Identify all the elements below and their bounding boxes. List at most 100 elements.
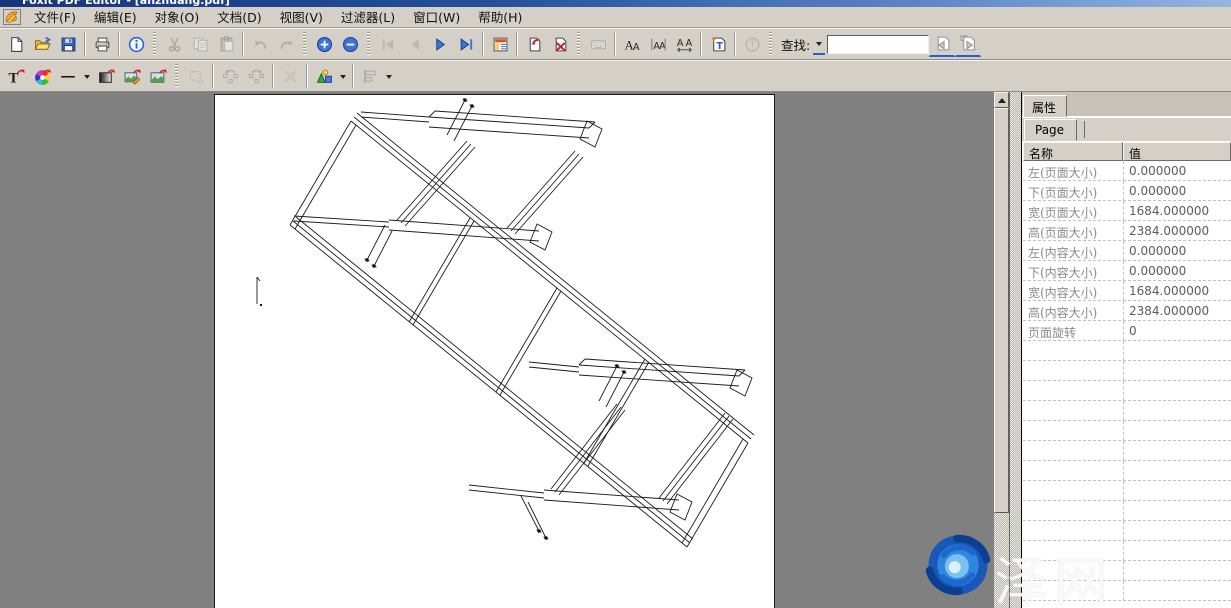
pdf-page[interactable] [214, 94, 775, 608]
scroll-up-button[interactable] [994, 92, 1009, 108]
menu-item-help[interactable]: 帮助(H) [469, 5, 531, 29]
open-document-button[interactable] [29, 31, 55, 57]
property-row[interactable]: 高(页面大小)2384.000000 [1023, 221, 1231, 241]
document-info-button[interactable] [123, 31, 149, 57]
undo-button[interactable] [247, 31, 273, 57]
property-name: 左(页面大小) [1023, 161, 1123, 180]
toolbar-grip[interactable] [175, 64, 179, 88]
toolbar-separator [242, 32, 244, 56]
find-input[interactable] [827, 35, 929, 54]
keyboard-icon [590, 36, 607, 53]
line-style-options-dropdown[interactable] [81, 65, 93, 87]
print-button[interactable] [89, 31, 115, 57]
property-row[interactable]: 下(内容大小)0.000000 [1023, 261, 1231, 281]
cut-button[interactable] [161, 31, 187, 57]
panel-splitter-track[interactable] [1009, 92, 1021, 608]
first-page-button[interactable] [375, 31, 401, 57]
new-document-button[interactable] [3, 31, 29, 57]
property-row[interactable]: 左(页面大小)0.000000 [1023, 161, 1231, 181]
vertical-scrollbar[interactable] [994, 92, 1009, 608]
property-row[interactable]: 下(页面大小)0.000000 [1023, 181, 1231, 201]
zoom-in-button[interactable] [311, 31, 337, 57]
property-row[interactable]: 宽(内容大小)1684.000000 [1023, 281, 1231, 301]
property-value: 2384.000000 [1123, 221, 1231, 240]
align-options-dropdown[interactable] [383, 65, 395, 87]
property-row[interactable]: 页面旋转0 [1023, 321, 1231, 341]
toolbar-separator [734, 32, 736, 56]
prev-page-button[interactable] [401, 31, 427, 57]
insert-shape-button[interactable] [311, 63, 337, 89]
delete-object-button[interactable] [277, 63, 303, 89]
edit-shading-button[interactable] [93, 63, 119, 89]
insert-text-button[interactable]: T [705, 31, 731, 57]
property-row-empty [1023, 561, 1231, 581]
menu-item-window[interactable]: 窗口(W) [404, 5, 469, 29]
column-header-name[interactable]: 名称 [1023, 142, 1123, 161]
page-thumb-icon [492, 36, 509, 53]
property-value [1123, 581, 1231, 600]
shapes-icon [316, 68, 333, 85]
property-row[interactable]: 左(内容大小)0.000000 [1023, 241, 1231, 261]
align-bars-icon [362, 68, 379, 85]
edit-text-object-button[interactable]: T [3, 63, 29, 89]
tab-properties[interactable]: 属性 [1023, 95, 1067, 117]
edit-image-button[interactable] [119, 63, 145, 89]
toolbar-grip[interactable] [577, 32, 581, 56]
font-replace-button[interactable]: AA [619, 31, 645, 57]
paste-button[interactable] [213, 31, 239, 57]
property-name [1023, 381, 1123, 400]
toolbar-grip[interactable] [303, 32, 307, 56]
insert-page-button[interactable] [521, 31, 547, 57]
menu-item-object[interactable]: 对象(O) [146, 5, 209, 29]
property-name: 高(内容大小) [1023, 301, 1123, 320]
property-row[interactable]: 宽(页面大小)1684.000000 [1023, 201, 1231, 221]
insert-shape-options-dropdown[interactable] [337, 65, 349, 87]
tab-page[interactable]: Page [1024, 119, 1077, 141]
find-previous-button[interactable] [929, 31, 955, 57]
property-name: 宽(页面大小) [1023, 201, 1123, 220]
rotate-left-button[interactable] [217, 63, 243, 89]
property-value [1123, 401, 1231, 420]
keyboard-input-button[interactable] [585, 31, 611, 57]
zoom-out-button[interactable] [337, 31, 363, 57]
find-options-dropdown[interactable] [813, 33, 825, 55]
text-attributes-button[interactable]: T [739, 31, 765, 57]
properties-table: 名称 值 左(页面大小)0.000000下(页面大小)0.000000宽(页面大… [1023, 142, 1231, 608]
last-page-button[interactable] [453, 31, 479, 57]
find-all-button[interactable] [955, 31, 981, 57]
toolbar-separator [118, 32, 120, 56]
menu-item-file[interactable]: 文件(F) [25, 5, 85, 29]
toolbar-grip[interactable] [769, 32, 773, 56]
toolbar-main: AAAAAATT查找: [0, 28, 1231, 60]
copy-button[interactable] [187, 31, 213, 57]
align-objects-button[interactable] [357, 63, 383, 89]
page-tab-strip: Page [1022, 118, 1231, 141]
clone-object-button[interactable] [183, 63, 209, 89]
property-name [1023, 401, 1123, 420]
edit-color-object-button[interactable] [29, 63, 55, 89]
line-style-button[interactable] [55, 63, 81, 89]
redo-button[interactable] [273, 31, 299, 57]
delete-page-button[interactable] [547, 31, 573, 57]
toolbar-separator [212, 64, 214, 88]
next-page-button[interactable] [427, 31, 453, 57]
property-value [1123, 341, 1231, 360]
toolbar-grip[interactable] [153, 32, 157, 56]
property-row[interactable]: 高(内容大小)2384.000000 [1023, 301, 1231, 321]
scrollbar-thumb[interactable] [994, 108, 1009, 513]
document-icon[interactable] [3, 9, 21, 25]
font-spacing-button[interactable]: AA [671, 31, 697, 57]
add-image-button[interactable] [145, 63, 171, 89]
menu-item-view[interactable]: 视图(V) [271, 5, 332, 29]
rotate-right-button[interactable] [243, 63, 269, 89]
menu-item-edit[interactable]: 编辑(E) [85, 5, 146, 29]
toolbar-grip[interactable] [367, 32, 371, 56]
page-layout-button[interactable] [487, 31, 513, 57]
menu-item-document[interactable]: 文档(D) [208, 5, 270, 29]
column-header-value[interactable]: 值 [1123, 142, 1231, 161]
save-document-button[interactable] [55, 31, 81, 57]
document-canvas[interactable] [0, 92, 994, 608]
menu-item-filter[interactable]: 过滤器(L) [332, 5, 404, 29]
up-arrow-icon [998, 94, 1006, 103]
font-condense-button[interactable]: AA [645, 31, 671, 57]
